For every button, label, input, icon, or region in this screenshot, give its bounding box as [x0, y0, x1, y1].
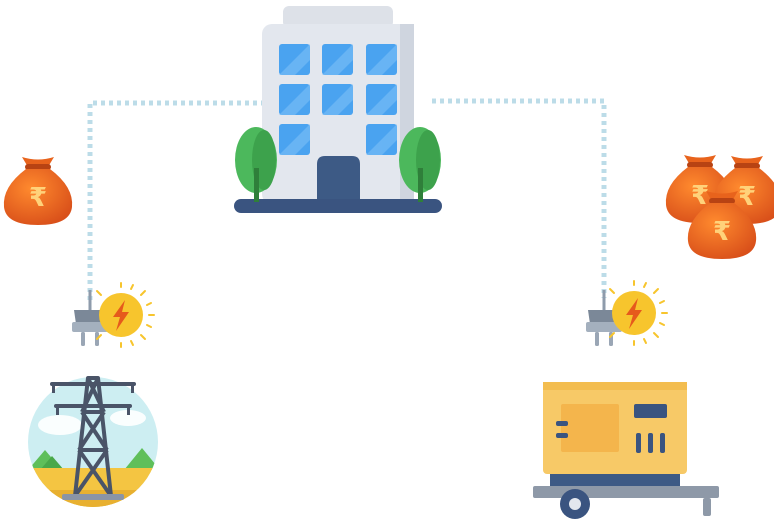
power-source-diagram: ₹	[0, 0, 774, 523]
diagram-canvas: ₹	[3, 6, 774, 519]
money-bag-icon	[3, 157, 73, 225]
diesel-generator-icon	[533, 382, 719, 519]
lightning-bolt-icon	[96, 282, 155, 348]
lightning-bolt-icon	[609, 280, 668, 346]
connector-generator-to-building	[432, 98, 607, 298]
power-transmission-tower-icon	[28, 376, 158, 507]
